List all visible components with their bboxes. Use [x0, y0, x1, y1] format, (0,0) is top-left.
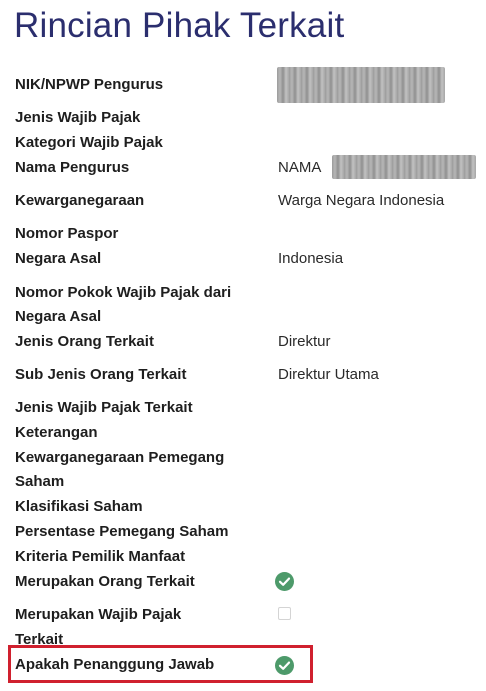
check-circle-icon: [275, 572, 294, 591]
label-kewarganegaraan-pemegang-saham-line2: Saham: [15, 473, 65, 490]
label-kriteria-pemilik-manfaat: Kriteria Pemilik Manfaat: [15, 548, 186, 565]
value-kewarganegaraan: Warga Negara Indonesia: [278, 192, 445, 209]
redacted-nik-value: [277, 67, 445, 103]
label-npwp-negara-asal-line1: Nomor Pokok Wajib Pajak dari: [15, 284, 232, 301]
value-jenis-orang-terkait: Direktur: [278, 333, 331, 350]
label-klasifikasi-saham: Klasifikasi Saham: [15, 498, 143, 515]
label-kewarganegaraan-pemegang-saham-line1: Kewarganegaraan Pemegang: [15, 449, 225, 466]
value-negara-asal: Indonesia: [278, 250, 344, 267]
redacted-nama-value: [332, 155, 476, 179]
label-kewarganegaraan: Kewarganegaraan: [15, 192, 145, 209]
label-negara-asal: Negara Asal: [15, 250, 102, 267]
label-keterangan: Keterangan: [15, 424, 98, 441]
value-nama-pengurus: NAMA: [278, 159, 322, 176]
label-kategori-wajib-pajak: Kategori Wajib Pajak: [15, 134, 163, 151]
label-nik-npwp-pengurus: NIK/NPWP Pengurus: [15, 76, 164, 93]
label-persentase-pemegang-saham: Persentase Pemegang Saham: [15, 523, 229, 540]
value-sub-jenis-orang-terkait: Direktur Utama: [278, 366, 379, 383]
label-merupakan-wajib-pajak-terkait-line1: Merupakan Wajib Pajak: [15, 606, 182, 623]
label-sub-jenis-orang-terkait: Sub Jenis Orang Terkait: [15, 366, 187, 383]
label-jenis-wajib-pajak: Jenis Wajib Pajak: [15, 109, 141, 126]
highlight-box: [8, 645, 313, 683]
empty-checkbox-icon[interactable]: [278, 607, 291, 620]
label-npwp-negara-asal-line2: Negara Asal: [15, 308, 102, 325]
label-jenis-wajib-pajak-terkait: Jenis Wajib Pajak Terkait: [15, 399, 193, 416]
label-jenis-orang-terkait: Jenis Orang Terkait: [15, 333, 154, 350]
label-nomor-paspor: Nomor Paspor: [15, 225, 119, 242]
label-nama-pengurus: Nama Pengurus: [15, 159, 130, 176]
label-merupakan-orang-terkait: Merupakan Orang Terkait: [15, 573, 195, 590]
page-title: Rincian Pihak Terkait: [14, 6, 345, 45]
